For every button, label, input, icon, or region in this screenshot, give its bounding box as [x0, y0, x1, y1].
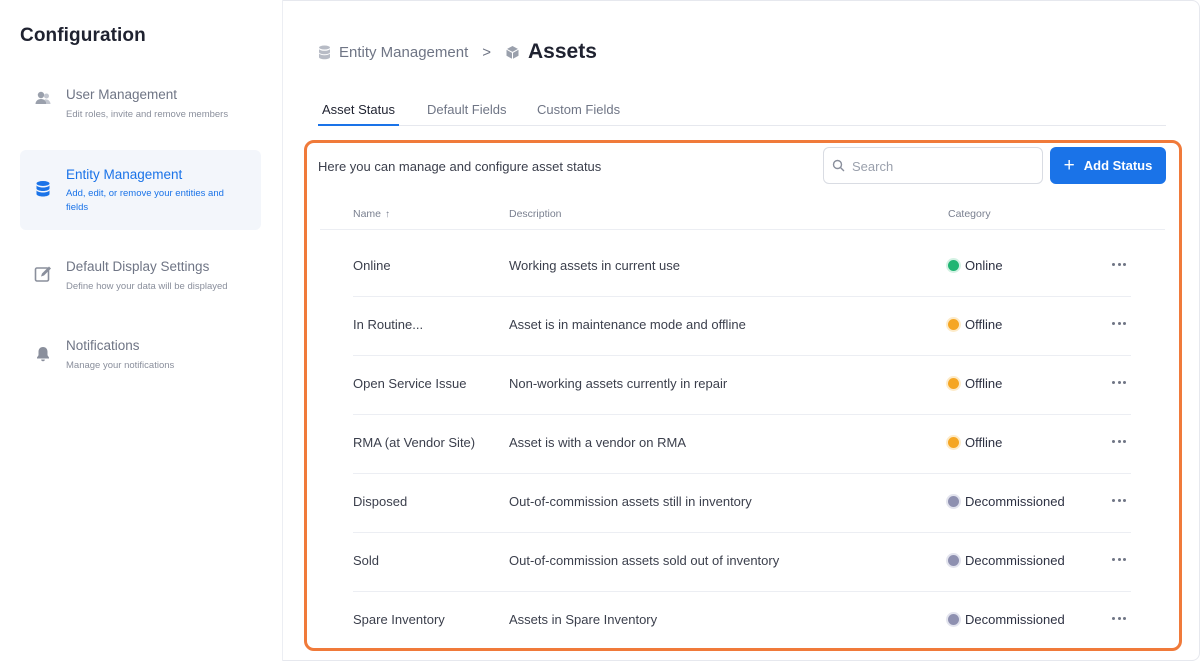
more-options-icon[interactable] [1109, 547, 1129, 571]
status-dot-icon [948, 496, 959, 507]
page-title: Assets [505, 40, 597, 64]
table-row[interactable]: Online Working assets in current use Onl… [353, 238, 1131, 297]
table-row[interactable]: In Routine... Asset is in maintenance mo… [353, 297, 1131, 356]
row-name: In Routine... [353, 317, 424, 332]
category-label: Offline [965, 435, 1003, 450]
row-description: Assets in Spare Inventory [509, 612, 658, 627]
database-icon [34, 180, 52, 198]
sidebar-item-label: Notifications [66, 338, 140, 353]
category-badge: Decommissioned [948, 553, 1065, 568]
sidebar-item-label: Entity Management [66, 167, 183, 182]
category-badge: Decommissioned [948, 612, 1065, 627]
more-options-icon[interactable] [1109, 606, 1129, 630]
tab-default-fields[interactable]: Default Fields [423, 102, 510, 126]
more-options-icon[interactable] [1109, 429, 1129, 453]
status-dot-icon [948, 378, 959, 389]
more-options-icon[interactable] [1109, 252, 1129, 276]
page-title-text: Assets [528, 40, 597, 63]
row-name: Spare Inventory [353, 612, 445, 627]
row-description: Asset is in maintenance mode and offline [509, 317, 746, 332]
row-description: Working assets in current use [509, 258, 680, 273]
category-label: Decommissioned [965, 553, 1065, 568]
sidebar-item-desc: Manage your notifications [66, 360, 175, 371]
tab-bar: Asset Status Default Fields Custom Field… [318, 102, 1166, 126]
search-icon [832, 159, 845, 172]
more-options-icon[interactable] [1109, 370, 1129, 394]
row-name: Online [353, 258, 391, 273]
column-header-category: Category [948, 208, 991, 220]
database-icon [319, 45, 330, 59]
category-badge: Offline [948, 317, 1002, 332]
breadcrumb-separator: > [482, 43, 492, 61]
search-input[interactable] [852, 156, 1032, 176]
category-badge: Decommissioned [948, 494, 1065, 509]
add-status-label: Add Status [1083, 158, 1153, 173]
table-row[interactable]: Open Service Issue Non-working assets cu… [353, 356, 1131, 415]
row-name: Sold [353, 553, 380, 568]
column-header-name-label: Name [353, 208, 382, 220]
row-description: Out-of-commission assets sold out of inv… [509, 553, 780, 568]
users-icon [34, 89, 52, 107]
sidebar: Configuration User Management Edit roles… [0, 0, 283, 661]
row-name: Open Service Issue [353, 376, 467, 391]
row-name: Disposed [353, 494, 408, 509]
more-options-icon[interactable] [1109, 488, 1129, 512]
cube-icon [506, 45, 519, 59]
status-dot-icon [948, 260, 959, 271]
category-badge: Online [948, 258, 1003, 273]
status-dot-icon [948, 614, 959, 625]
asset-status-panel: Here you can manage and configure asset … [304, 140, 1182, 651]
sidebar-item-desc: Add, edit, or remove your entities and f… [66, 188, 224, 213]
sidebar-title: Configuration [20, 25, 146, 46]
plus-icon: + [1063, 155, 1075, 176]
category-label: Decommissioned [965, 494, 1065, 509]
column-header-name[interactable]: Name ↑ [353, 208, 390, 220]
breadcrumb-parent-link[interactable]: Entity Management [318, 44, 468, 61]
column-header-description: Description [509, 208, 562, 220]
tab-asset-status[interactable]: Asset Status [318, 102, 399, 126]
panel-intro-text: Here you can manage and configure asset … [318, 159, 602, 174]
search-field[interactable] [823, 147, 1043, 184]
sidebar-item-notifications[interactable]: Notifications Manage your notifications [20, 338, 261, 380]
sidebar-item-user-management[interactable]: User Management Edit roles, invite and r… [20, 87, 261, 129]
row-description: Asset is with a vendor on RMA [509, 435, 687, 450]
table-row[interactable]: RMA (at Vendor Site) Asset is with a ven… [353, 415, 1131, 474]
row-description: Non-working assets currently in repair [509, 376, 728, 391]
table-row[interactable]: Sold Out-of-commission assets sold out o… [353, 533, 1131, 592]
table-row[interactable]: Disposed Out-of-commission assets still … [353, 474, 1131, 533]
row-name: RMA (at Vendor Site) [353, 435, 476, 450]
category-label: Offline [965, 376, 1003, 391]
sidebar-item-default-display-settings[interactable]: Default Display Settings Define how your… [20, 259, 261, 301]
category-badge: Offline [948, 376, 1002, 391]
add-status-button[interactable]: + Add Status [1050, 147, 1166, 184]
sort-ascending-icon[interactable]: ↑ [385, 209, 390, 220]
tab-custom-fields[interactable]: Custom Fields [533, 102, 624, 126]
category-badge: Offline [948, 435, 1002, 450]
sidebar-item-desc: Define how your data will be displayed [66, 281, 228, 292]
breadcrumb-parent-label: Entity Management [339, 43, 469, 61]
table-row[interactable]: Spare Inventory Assets in Spare Inventor… [353, 592, 1131, 648]
bell-icon [34, 345, 52, 363]
category-label: Decommissioned [965, 612, 1065, 627]
category-label: Offline [965, 317, 1003, 332]
status-dot-icon [948, 437, 959, 448]
more-options-icon[interactable] [1109, 311, 1129, 335]
sidebar-item-desc: Edit roles, invite and remove members [66, 109, 229, 120]
breadcrumb: Entity Management > Assets [318, 38, 597, 66]
sidebar-item-label: Default Display Settings [66, 259, 210, 274]
row-description: Out-of-commission assets still in invent… [509, 494, 752, 509]
edit-icon [34, 265, 52, 283]
category-label: Online [965, 258, 1003, 273]
table-header: Name ↑ Description Category [320, 202, 1165, 230]
status-dot-icon [948, 319, 959, 330]
sidebar-item-label: User Management [66, 87, 178, 102]
status-dot-icon [948, 555, 959, 566]
sidebar-item-entity-management[interactable]: Entity Management Add, edit, or remove y… [20, 150, 261, 230]
